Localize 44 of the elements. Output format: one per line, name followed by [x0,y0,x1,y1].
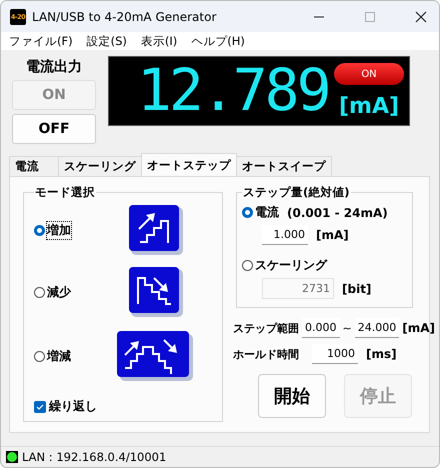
start-button[interactable]: 開始 [258,374,326,418]
radio-button[interactable] [242,207,253,218]
unit-label: [bit] [342,282,372,296]
menu-item[interactable]: ヘルプ(H) [191,34,245,48]
radio-label[interactable]: 増減 [47,348,71,364]
menu-item[interactable]: 設定(S) [86,34,127,48]
checkbox[interactable] [34,400,46,412]
unit-label: [mA] [316,228,349,242]
status-text: LAN : 192.168.0.4/10001 [22,450,166,464]
close-icon[interactable] [415,10,427,22]
checkbox-label[interactable]: 繰り返し [49,398,97,415]
tab[interactable]: オートスイープ [236,156,332,176]
separator-label: ~ [342,322,352,334]
menu-item[interactable]: ファイル(F) [9,34,73,48]
range-hint: (0.001 - 24mA) [287,206,388,220]
radio-label[interactable]: 増加 [47,222,71,238]
menu-item[interactable]: 表示(I) [140,34,178,48]
radio-label[interactable]: 電流 [255,204,279,221]
stairs-up-down-icon[interactable] [116,330,194,382]
radio-button[interactable] [34,224,45,236]
current-reading: 12.789 [137,59,329,123]
stairs-down-icon[interactable] [128,266,184,318]
window-title: LAN/USB to 4-20mA Generator [32,10,216,24]
output-label: 電流出力 [25,58,83,76]
input-field[interactable]: 1.000 [262,225,308,245]
radio-button[interactable] [34,286,45,298]
unit-label: [mA] [402,321,435,335]
output-indicator: ON [334,63,404,85]
input-field[interactable]: 1000 [312,344,358,364]
input-field[interactable]: 0.000 [302,318,340,338]
unit-label: [ms] [366,347,397,361]
off-button[interactable]: OFF [12,114,96,144]
check-icon [35,402,45,412]
field-label: ステップ範囲 [233,320,299,336]
radio-label[interactable]: 減少 [47,284,71,300]
tab[interactable]: 電流 [9,156,59,176]
input-field[interactable]: 24.000 [354,318,400,338]
radio-button[interactable] [34,350,45,362]
field-label: ホールド時間 [233,346,300,362]
group-title: モード選択 [34,185,96,200]
tab[interactable]: オートステップ [141,153,237,176]
stairs-up-icon[interactable] [128,204,184,256]
unit-label: [mA] [338,94,400,119]
group-title: ステップ量(絶対値) [242,185,351,200]
